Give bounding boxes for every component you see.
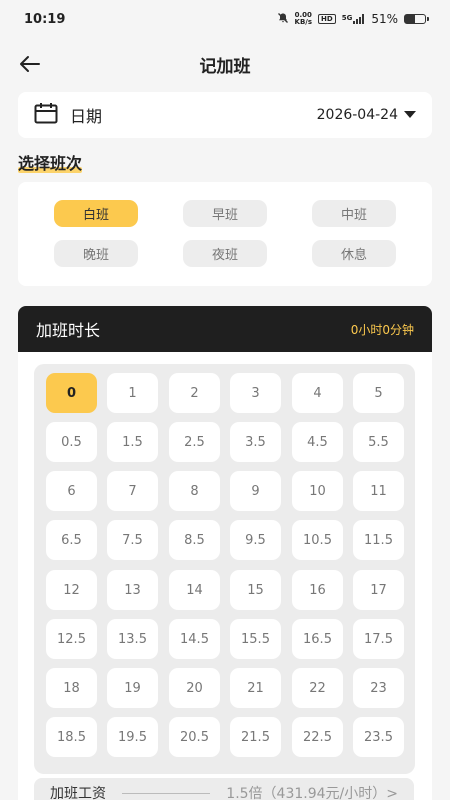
net-speed: 0.00 KB/s (295, 12, 312, 26)
battery-icon (404, 14, 429, 24)
hour-option[interactable]: 18 (46, 668, 97, 708)
page-title: 记加班 (199, 56, 251, 77)
duration-panel: 加班时长 0小时0分钟 0 1 2 3 4 5 0.5 1.5 2.5 3.5 4.5 5.5 6 7 8 9… (18, 306, 432, 800)
hour-option[interactable]: 5.5 (353, 422, 404, 462)
hour-option[interactable]: 14 (169, 570, 220, 610)
mute-icon (277, 12, 289, 27)
net-speed-unit: KB/s (294, 18, 313, 26)
shift-option[interactable]: 白班 (54, 200, 138, 227)
hour-option[interactable]: 2 (169, 373, 220, 413)
hour-option[interactable]: 14.5 (169, 619, 220, 659)
hour-option[interactable]: 22.5 (292, 717, 343, 757)
status-bar: 10:19 0.00 KB/s HD 5G 51% (0, 0, 450, 38)
shift-option[interactable]: 夜班 (183, 240, 267, 267)
hour-option[interactable]: 2.5 (169, 422, 220, 462)
hour-option[interactable]: 22 (292, 668, 343, 708)
shift-option[interactable]: 中班 (312, 200, 396, 227)
hour-option[interactable]: 15 (230, 570, 281, 610)
signal-icon: 5G (342, 14, 366, 24)
shift-section-title: 选择班次 (18, 150, 83, 174)
hour-option[interactable]: 9 (230, 471, 281, 511)
battery-fill (405, 15, 416, 23)
hour-option[interactable]: 10 (292, 471, 343, 511)
hour-option[interactable]: 16.5 (292, 619, 343, 659)
hour-option[interactable]: 23 (353, 668, 404, 708)
hour-option[interactable]: 6.5 (46, 520, 97, 560)
hd-badge: HD (318, 14, 336, 24)
hour-option[interactable]: 19 (107, 668, 158, 708)
hour-option[interactable]: 3.5 (230, 422, 281, 462)
wage-label: 加班工资 (50, 786, 106, 800)
hour-option[interactable]: 20.5 (169, 717, 220, 757)
shift-selector: 白班 早班 中班晚班 夜班 休息 (18, 182, 432, 286)
hour-option[interactable]: 17.5 (353, 619, 404, 659)
shift-title: 选择班次 (18, 154, 83, 173)
hour-option[interactable]: 11 (353, 471, 404, 511)
hour-option[interactable]: 5 (353, 373, 404, 413)
duration-header: 加班时长 0小时0分钟 (18, 306, 432, 352)
arrow-left-icon (20, 56, 40, 72)
shift-option[interactable]: 休息 (312, 240, 396, 267)
hour-option[interactable]: 12.5 (46, 619, 97, 659)
hour-option[interactable]: 0.5 (46, 422, 97, 462)
hour-option[interactable]: 8.5 (169, 520, 220, 560)
header: 记加班 (0, 44, 450, 84)
hour-option[interactable]: 1.5 (107, 422, 158, 462)
hour-option[interactable]: 7 (107, 471, 158, 511)
status-icons: 0.00 KB/s HD 5G 51% (277, 12, 429, 27)
hour-option[interactable]: 23.5 (353, 717, 404, 757)
hour-option[interactable]: 21.5 (230, 717, 281, 757)
status-time: 10:19 (24, 11, 66, 27)
calendar-icon (34, 102, 58, 128)
hour-option[interactable]: 16 (292, 570, 343, 610)
date-value: 2026-04-24 (316, 107, 398, 123)
caret-down-icon (404, 107, 416, 123)
date-picker[interactable]: 2026-04-24 (317, 107, 416, 123)
hour-option[interactable]: 15.5 (230, 619, 281, 659)
date-label: 日期 (70, 107, 103, 126)
hour-option[interactable]: 18.5 (46, 717, 97, 757)
wage-row[interactable]: 加班工资 1.5倍（431.94元/小时）> (34, 778, 414, 800)
hour-option[interactable]: 17 (353, 570, 404, 610)
hour-option[interactable]: 1 (107, 373, 158, 413)
duration-title: 加班时长 (36, 321, 101, 340)
shift-option[interactable]: 早班 (183, 200, 267, 227)
back-button[interactable] (18, 52, 42, 76)
hour-option[interactable]: 10.5 (292, 520, 343, 560)
hours-grid: 0 1 2 3 4 5 0.5 1.5 2.5 3.5 4.5 5.5 6 7 8 9 10 11 6.5 7.5 8.… (34, 364, 415, 774)
hour-option[interactable]: 4.5 (292, 422, 343, 462)
hour-option[interactable]: 12 (46, 570, 97, 610)
hour-option[interactable]: 9.5 (230, 520, 281, 560)
hour-option[interactable]: 13.5 (107, 619, 158, 659)
wage-value: 1.5倍（431.94元/小时）> (226, 786, 398, 800)
wage-divider (122, 792, 211, 794)
hour-option[interactable]: 8 (169, 471, 220, 511)
date-row: 日期 2026-04-24 (18, 92, 432, 138)
network-type: 5G (341, 14, 353, 22)
hour-option[interactable]: 11.5 (353, 520, 404, 560)
hour-option[interactable]: 7.5 (107, 520, 158, 560)
duration-value: 0小时0分钟 (350, 322, 414, 337)
shift-option[interactable]: 晚班 (54, 240, 138, 267)
hour-option[interactable]: 4 (292, 373, 343, 413)
hour-option[interactable]: 20 (169, 668, 220, 708)
hour-option[interactable]: 6 (46, 471, 97, 511)
hour-option[interactable]: 3 (230, 373, 281, 413)
hour-option[interactable]: 19.5 (107, 717, 158, 757)
hour-option[interactable]: 0 (46, 373, 97, 413)
battery-percent: 51% (371, 12, 398, 26)
hour-option[interactable]: 13 (107, 570, 158, 610)
hour-option[interactable]: 21 (230, 668, 281, 708)
